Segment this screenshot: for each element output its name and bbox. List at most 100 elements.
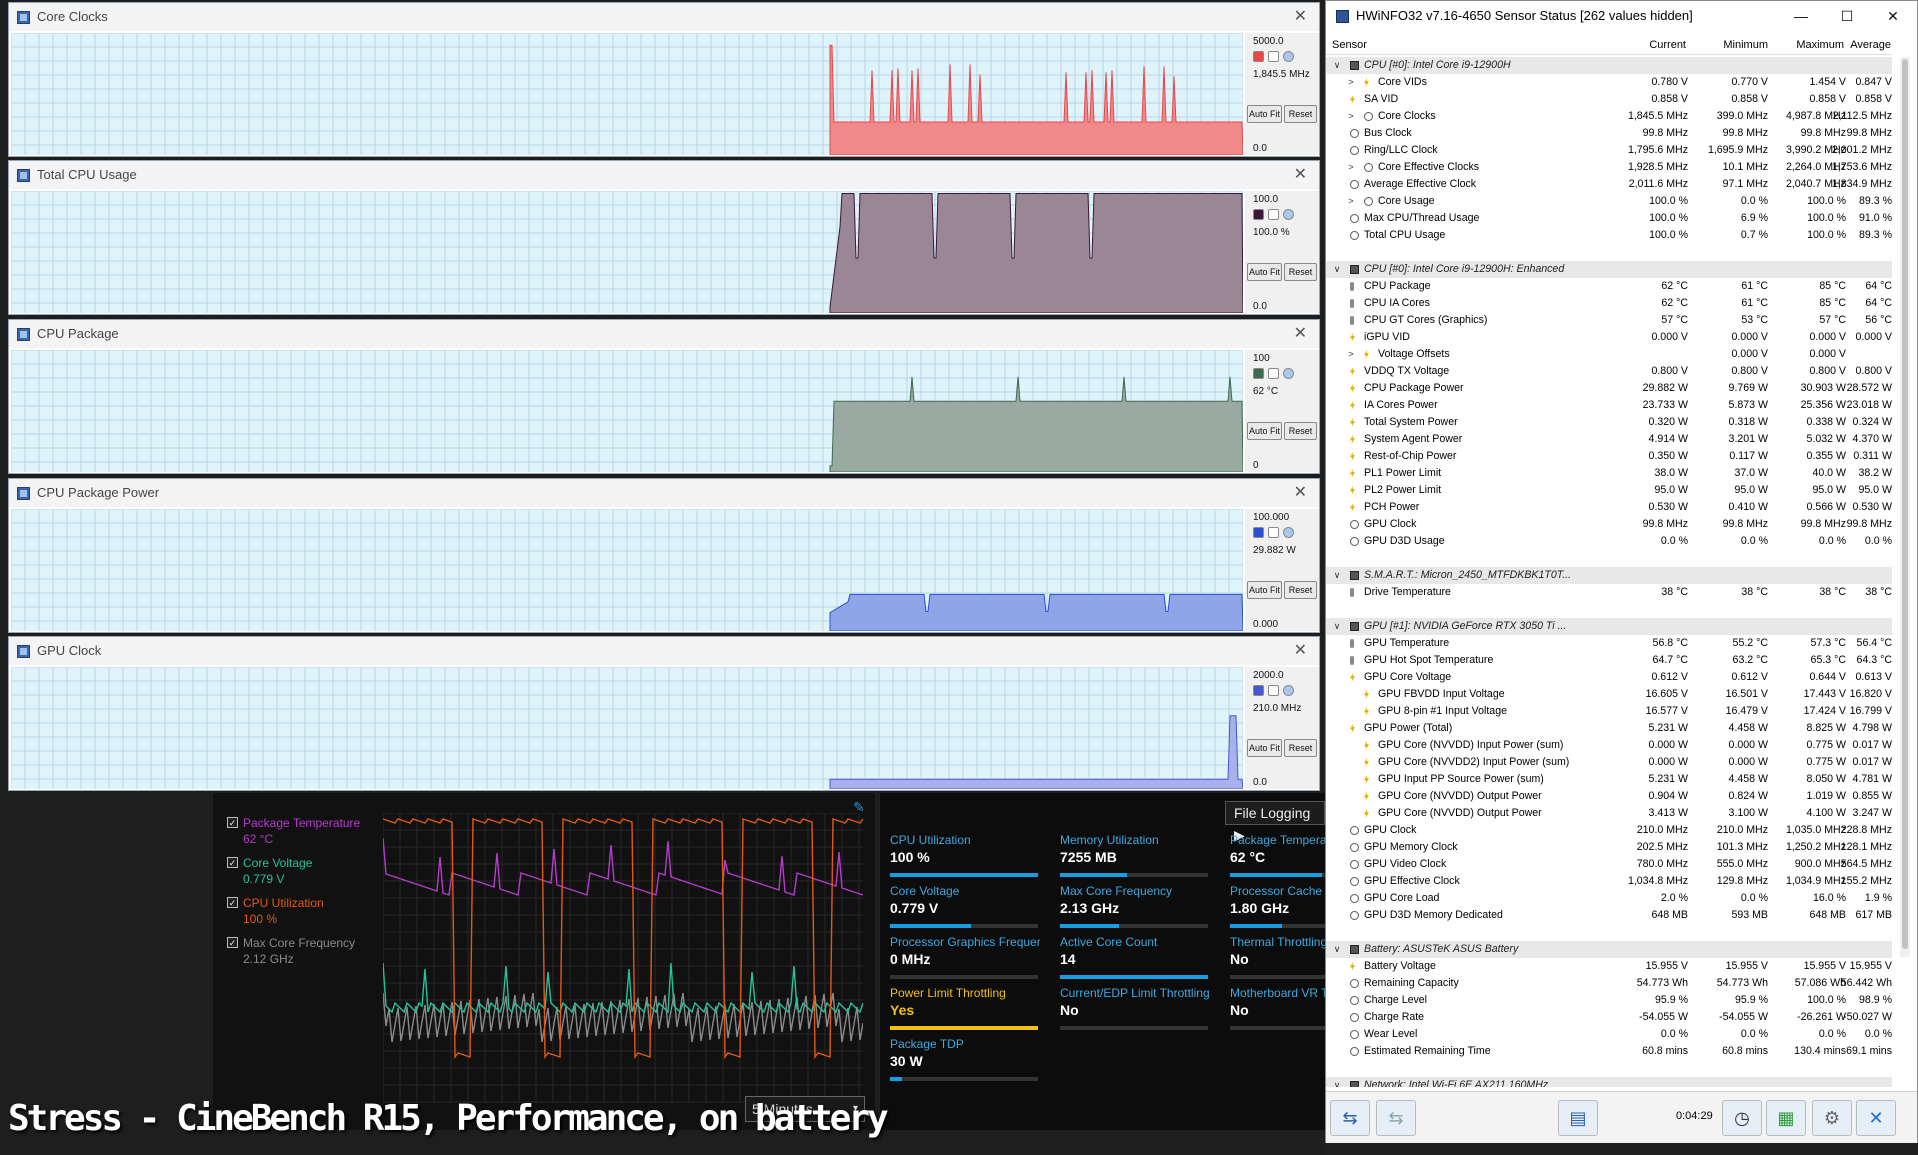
close-button[interactable]: ✕ <box>1870 1 1916 31</box>
sensor-row[interactable]: GPU Core (NVVDD2) Input Power (sum) 0.000… <box>1326 754 1892 771</box>
sensor-row[interactable]: GPU Memory Clock 202.5 MHz 101.3 MHz 1,250.… <box>1326 839 1892 856</box>
collapse-icon[interactable]: ∨ <box>1332 1077 1342 1087</box>
expand-icon[interactable]: > <box>1346 159 1356 176</box>
reset-button[interactable]: Reset <box>1284 739 1317 757</box>
sensor-row[interactable]: GPU Power (Total) 5.231 W 4.458 W 8.825 W 4.… <box>1326 720 1892 737</box>
sensor-row[interactable]: IA Cores Power 23.733 W 5.873 W 25.356 W 23.… <box>1326 397 1892 414</box>
sensor-row[interactable]: GPU Clock 210.0 MHz 210.0 MHz 1,035.0 MHz 22… <box>1326 822 1892 839</box>
expand-icon[interactable]: > <box>1346 346 1356 363</box>
sensor-row[interactable]: VDDQ TX Voltage 0.800 V 0.800 V 0.800 V 0.80… <box>1326 363 1892 380</box>
close-icon[interactable]: ✕ <box>1294 7 1307 27</box>
network-monitor-icon[interactable]: ▤ <box>1558 1100 1598 1136</box>
reset-button[interactable]: Reset <box>1284 422 1317 440</box>
graph-window[interactable]: Core Clocks ✕ 5000.0 1,845.5 MHz Auto Fit Res… <box>8 2 1320 157</box>
close-icon[interactable]: ✕ <box>1294 324 1307 344</box>
color-swatch[interactable] <box>1253 527 1264 538</box>
header-sensor[interactable]: Sensor <box>1332 39 1367 51</box>
swatch-blank[interactable] <box>1268 685 1279 696</box>
sensor-row[interactable]: GPU Temperature 56.8 °C 55.2 °C 57.3 °C 56.4… <box>1326 635 1892 652</box>
column-header[interactable]: Sensor Current Minimum Maximum Average <box>1326 37 1892 55</box>
sensor-row[interactable]: Average Effective Clock 2,011.6 MHz 97.1 M… <box>1326 176 1892 193</box>
header-current[interactable]: Current <box>1616 39 1686 51</box>
sensor-row[interactable]: PCH Power 0.530 W 0.410 W 0.566 W 0.530 W <box>1326 499 1892 516</box>
auto-fit-button[interactable]: Auto Fit <box>1247 581 1282 599</box>
file-logging-button[interactable]: File Logging ▶ <box>1225 801 1325 843</box>
header-minimum[interactable]: Minimum <box>1698 39 1768 51</box>
graph-window[interactable]: GPU Clock ✕ 2000.0 210.0 MHz Auto Fit Reset 0.… <box>8 636 1320 791</box>
sensor-row[interactable]: Total CPU Usage 100.0 % 0.7 % 100.0 % 89.3 % <box>1326 227 1892 244</box>
collapse-icon[interactable]: ∨ <box>1332 567 1342 584</box>
sensor-row[interactable]: > Voltage Offsets 0.000 V 0.000 V <box>1326 346 1892 363</box>
graph-window[interactable]: CPU Package Power ✕ 100.000 29.882 W Auto Fi… <box>8 478 1320 633</box>
color-swatch[interactable] <box>1253 685 1264 696</box>
sensor-row[interactable]: GPU Core Load 2.0 % 0.0 % 16.0 % 1.9 % <box>1326 890 1892 907</box>
swatch-blank[interactable] <box>1268 368 1279 379</box>
sensor-row[interactable]: GPU Core (NVVDD) Output Power 3.413 W 3.10… <box>1326 805 1892 822</box>
sensor-row[interactable]: Rest-of-Chip Power 0.350 W 0.117 W 0.355 W0… <box>1326 448 1892 465</box>
minimize-button[interactable]: — <box>1778 1 1824 31</box>
sensor-row[interactable]: System Agent Power 4.914 W 3.201 W 5.032 W4… <box>1326 431 1892 448</box>
legend-checkbox[interactable]: ✓ <box>227 817 238 828</box>
swatch-round[interactable] <box>1283 368 1294 379</box>
sensor-group-header[interactable]: ∨ Battery: ASUSTeK ASUS Battery <box>1326 941 1892 958</box>
legend-checkbox[interactable]: ✓ <box>227 897 238 908</box>
sensor-row[interactable]: GPU Video Clock 780.0 MHz 555.0 MHz 900.0 M… <box>1326 856 1892 873</box>
vertical-scrollbar[interactable] <box>1900 57 1910 957</box>
sensor-row[interactable]: GPU Effective Clock 1,034.8 MHz 129.8 MHz 1… <box>1326 873 1892 890</box>
sensor-row[interactable]: PL1 Power Limit 38.0 W 37.0 W 40.0 W 38.2 W <box>1326 465 1892 482</box>
sensor-row[interactable]: CPU Package Power 29.882 W 9.769 W 30.903 W… <box>1326 380 1892 397</box>
sensor-row[interactable]: Ring/LLC Clock 1,795.6 MHz 1,695.9 MHz 3,99… <box>1326 142 1892 159</box>
swatch-blank[interactable] <box>1268 51 1279 62</box>
sensor-row[interactable]: Drive Temperature 38 °C 38 °C 38 °C 38 °C <box>1326 584 1892 601</box>
sensor-row[interactable]: GPU Core (NVVDD) Output Power 0.904 W 0.82… <box>1326 788 1892 805</box>
close-icon[interactable]: ✕ <box>1294 165 1307 185</box>
graph-window[interactable]: CPU Package ✕ 100 62 °C Auto Fit Reset 0 <box>8 319 1320 474</box>
sensor-row[interactable]: > Core Clocks 1,845.5 MHz 399.0 MHz 4,987.8 … <box>1326 108 1892 125</box>
sensor-row[interactable]: > Core VIDs 0.780 V 0.770 V 1.454 V 0.847 V <box>1326 74 1892 91</box>
swatch-round[interactable] <box>1283 527 1294 538</box>
collapse-icon[interactable]: ∨ <box>1332 57 1342 74</box>
sensor-row[interactable]: SA VID 0.858 V 0.858 V 0.858 V 0.858 V <box>1326 91 1892 108</box>
maximize-button[interactable]: ☐ <box>1824 1 1870 31</box>
sensor-row[interactable]: Remaining Capacity 54.773 Wh 54.773 Wh 57.0… <box>1326 975 1892 992</box>
sensor-row[interactable]: > Core Usage 100.0 % 0.0 % 100.0 % 89.3 % <box>1326 193 1892 210</box>
sensor-row[interactable]: Charge Level 95.9 % 95.9 % 100.0 % 98.9 % <box>1326 992 1892 1009</box>
sensor-row[interactable]: GPU Hot Spot Temperature 64.7 °C 63.2 °C 65… <box>1326 652 1892 669</box>
sensor-row[interactable]: CPU Package 62 °C 61 °C 85 °C 64 °C <box>1326 278 1892 295</box>
auto-fit-button[interactable]: Auto Fit <box>1247 263 1282 281</box>
swatch-blank[interactable] <box>1268 527 1279 538</box>
sensor-group-header[interactable]: ∨ Network: Intel Wi-Fi 6E AX211 160MHz <box>1326 1077 1892 1087</box>
auto-fit-button[interactable]: Auto Fit <box>1247 739 1282 757</box>
sensor-row[interactable]: Total System Power 0.320 W 0.318 W 0.338 W0… <box>1326 414 1892 431</box>
sensor-row[interactable]: GPU Input PP Source Power (sum) 5.231 W 4.… <box>1326 771 1892 788</box>
swatch-blank[interactable] <box>1268 209 1279 220</box>
sensor-row[interactable]: > Core Effective Clocks 1,928.5 MHz 10.1 MH… <box>1326 159 1892 176</box>
sensor-row[interactable]: GPU Core (NVVDD) Input Power (sum) 0.000 … <box>1326 737 1892 754</box>
sensor-row[interactable]: Estimated Remaining Time 60.8 mins 60.8 mi… <box>1326 1043 1892 1060</box>
collapse-icon[interactable]: ∨ <box>1332 261 1342 278</box>
reset-button[interactable]: Reset <box>1284 263 1317 281</box>
collapse-icon[interactable]: ∨ <box>1332 941 1342 958</box>
sensor-row[interactable]: GPU D3D Usage 0.0 % 0.0 % 0.0 % 0.0 % <box>1326 533 1892 550</box>
sensor-row[interactable]: GPU D3D Memory Dedicated 648 MB 593 MB 648 … <box>1326 907 1892 924</box>
color-swatch[interactable] <box>1253 368 1264 379</box>
sensor-row[interactable]: iGPU VID 0.000 V 0.000 V 0.000 V 0.000 V <box>1326 329 1892 346</box>
sensor-row[interactable]: GPU FBVDD Input Voltage 16.605 V 16.501 V 1… <box>1326 686 1892 703</box>
sensor-group-header[interactable]: ∨ GPU [#1]: NVIDIA GeForce RTX 3050 Ti ..… <box>1326 618 1892 635</box>
sensor-row[interactable]: CPU GT Cores (Graphics) 57 °C 53 °C 57 °C 56… <box>1326 312 1892 329</box>
auto-fit-button[interactable]: Auto Fit <box>1247 105 1282 123</box>
swatch-round[interactable] <box>1283 209 1294 220</box>
auto-fit-button[interactable]: Auto Fit <box>1247 422 1282 440</box>
reset-button[interactable]: Reset <box>1284 581 1317 599</box>
swatch-round[interactable] <box>1283 685 1294 696</box>
expand-icon[interactable]: > <box>1346 74 1356 91</box>
collapse-icon[interactable]: ∨ <box>1332 618 1342 635</box>
exit-icon[interactable]: ✕ <box>1856 1100 1896 1136</box>
expand-icon[interactable]: > <box>1346 193 1356 210</box>
color-swatch[interactable] <box>1253 209 1264 220</box>
sensor-row[interactable]: Charge Rate -54.055 W -54.055 W -26.261 W -5… <box>1326 1009 1892 1026</box>
sensor-row[interactable]: Max CPU/Thread Usage 100.0 % 6.9 % 100.0 % 9… <box>1326 210 1892 227</box>
close-icon[interactable]: ✕ <box>1294 483 1307 503</box>
sensor-row[interactable]: CPU IA Cores 62 °C 61 °C 85 °C 64 °C <box>1326 295 1892 312</box>
sensor-row[interactable]: Bus Clock 99.8 MHz 99.8 MHz 99.8 MHz 99.8 MH… <box>1326 125 1892 142</box>
